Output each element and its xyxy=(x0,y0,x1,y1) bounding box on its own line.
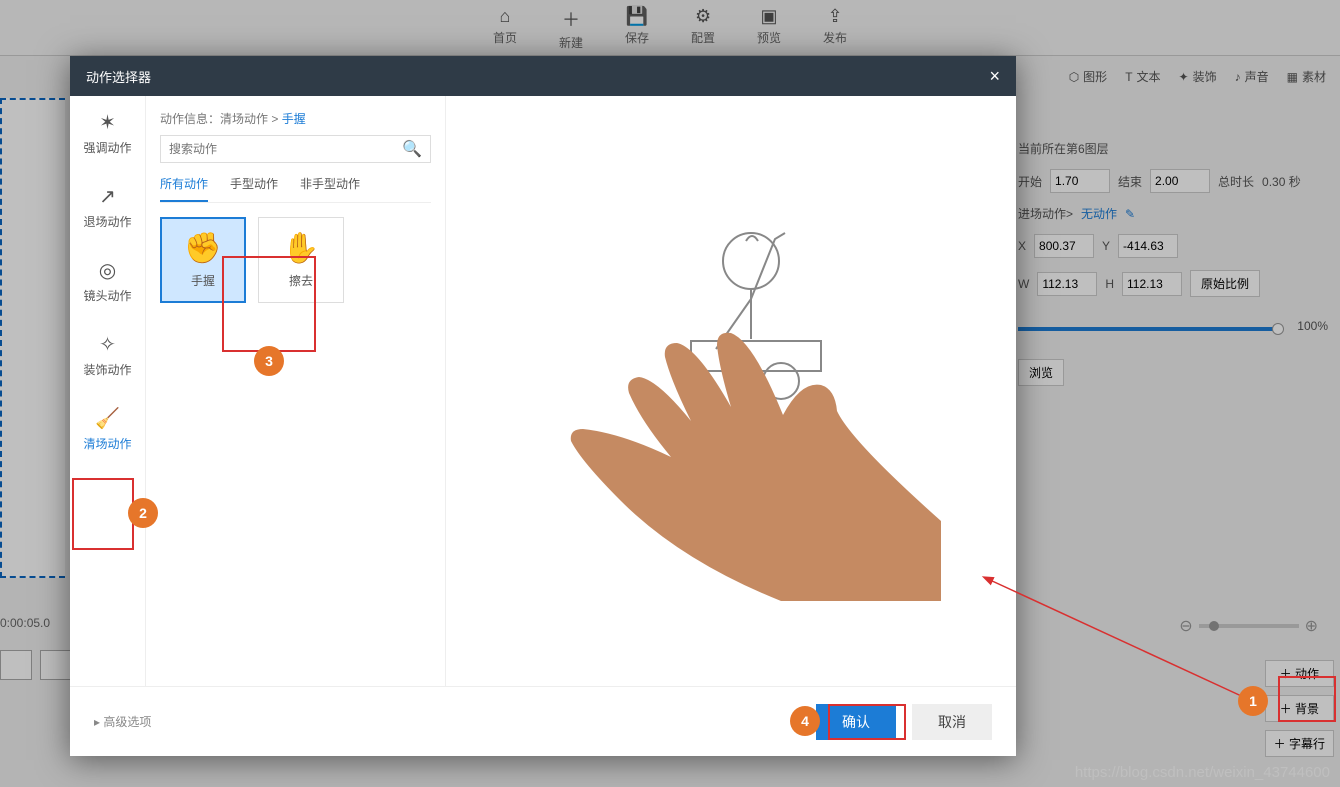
search-input[interactable] xyxy=(169,142,402,156)
cat-emphasis[interactable]: ✶强调动作 xyxy=(70,96,145,170)
callout-4: 4 xyxy=(790,706,820,736)
wand-icon: ✧ xyxy=(99,332,116,357)
action-selector-modal: 动作选择器 × ✶强调动作 ↗退场动作 ◎镜头动作 ✧装饰动作 🧹清场动作 动作… xyxy=(70,56,1016,756)
preview-column xyxy=(446,96,1016,686)
fist-icon: ✊ xyxy=(184,231,221,266)
action-tabs: 所有动作 手型动作 非手型动作 xyxy=(160,175,431,203)
exit-icon: ↗ xyxy=(99,184,116,209)
sparkle-icon: ✶ xyxy=(99,110,116,135)
modal-header: 动作选择器 × xyxy=(70,56,1016,96)
redbox-4 xyxy=(828,704,906,740)
breadcrumb: 动作信息：清场动作 > 手握 xyxy=(160,110,431,127)
modal-title: 动作选择器 xyxy=(86,67,151,86)
cancel-button[interactable]: 取消 xyxy=(912,704,992,740)
cat-clear[interactable]: 🧹清场动作 xyxy=(70,392,145,466)
cat-camera[interactable]: ◎镜头动作 xyxy=(70,244,145,318)
cat-decor[interactable]: ✧装饰动作 xyxy=(70,318,145,392)
category-column: ✶强调动作 ↗退场动作 ◎镜头动作 ✧装饰动作 🧹清场动作 xyxy=(70,96,146,686)
callout-2: 2 xyxy=(128,498,158,528)
watermark: https://blog.csdn.net/weixin_43744600 xyxy=(1075,764,1330,781)
tab-all[interactable]: 所有动作 xyxy=(160,175,208,202)
search-icon[interactable]: 🔍 xyxy=(402,139,422,159)
redbox-2 xyxy=(72,478,134,550)
callout-1: 1 xyxy=(1238,686,1268,716)
action-column: 动作信息：清场动作 > 手握 🔍 所有动作 手型动作 非手型动作 ✊ 手握 ✋ … xyxy=(146,96,446,686)
broom-icon: 🧹 xyxy=(95,406,120,431)
close-icon[interactable]: × xyxy=(989,66,1000,87)
tab-nonhand[interactable]: 非手型动作 xyxy=(300,175,360,202)
modal-body: ✶强调动作 ↗退场动作 ◎镜头动作 ✧装饰动作 🧹清场动作 动作信息：清场动作 … xyxy=(70,96,1016,686)
search-box[interactable]: 🔍 xyxy=(160,135,431,163)
redbox-1 xyxy=(1278,676,1336,722)
cat-exit[interactable]: ↗退场动作 xyxy=(70,170,145,244)
tab-hand[interactable]: 手型动作 xyxy=(230,175,278,202)
camera-icon: ◎ xyxy=(99,258,116,283)
redbox-3 xyxy=(222,256,316,352)
callout-3: 3 xyxy=(254,346,284,376)
preview-svg xyxy=(521,181,941,601)
advanced-options[interactable]: ▸ 高级选项 xyxy=(94,713,151,730)
